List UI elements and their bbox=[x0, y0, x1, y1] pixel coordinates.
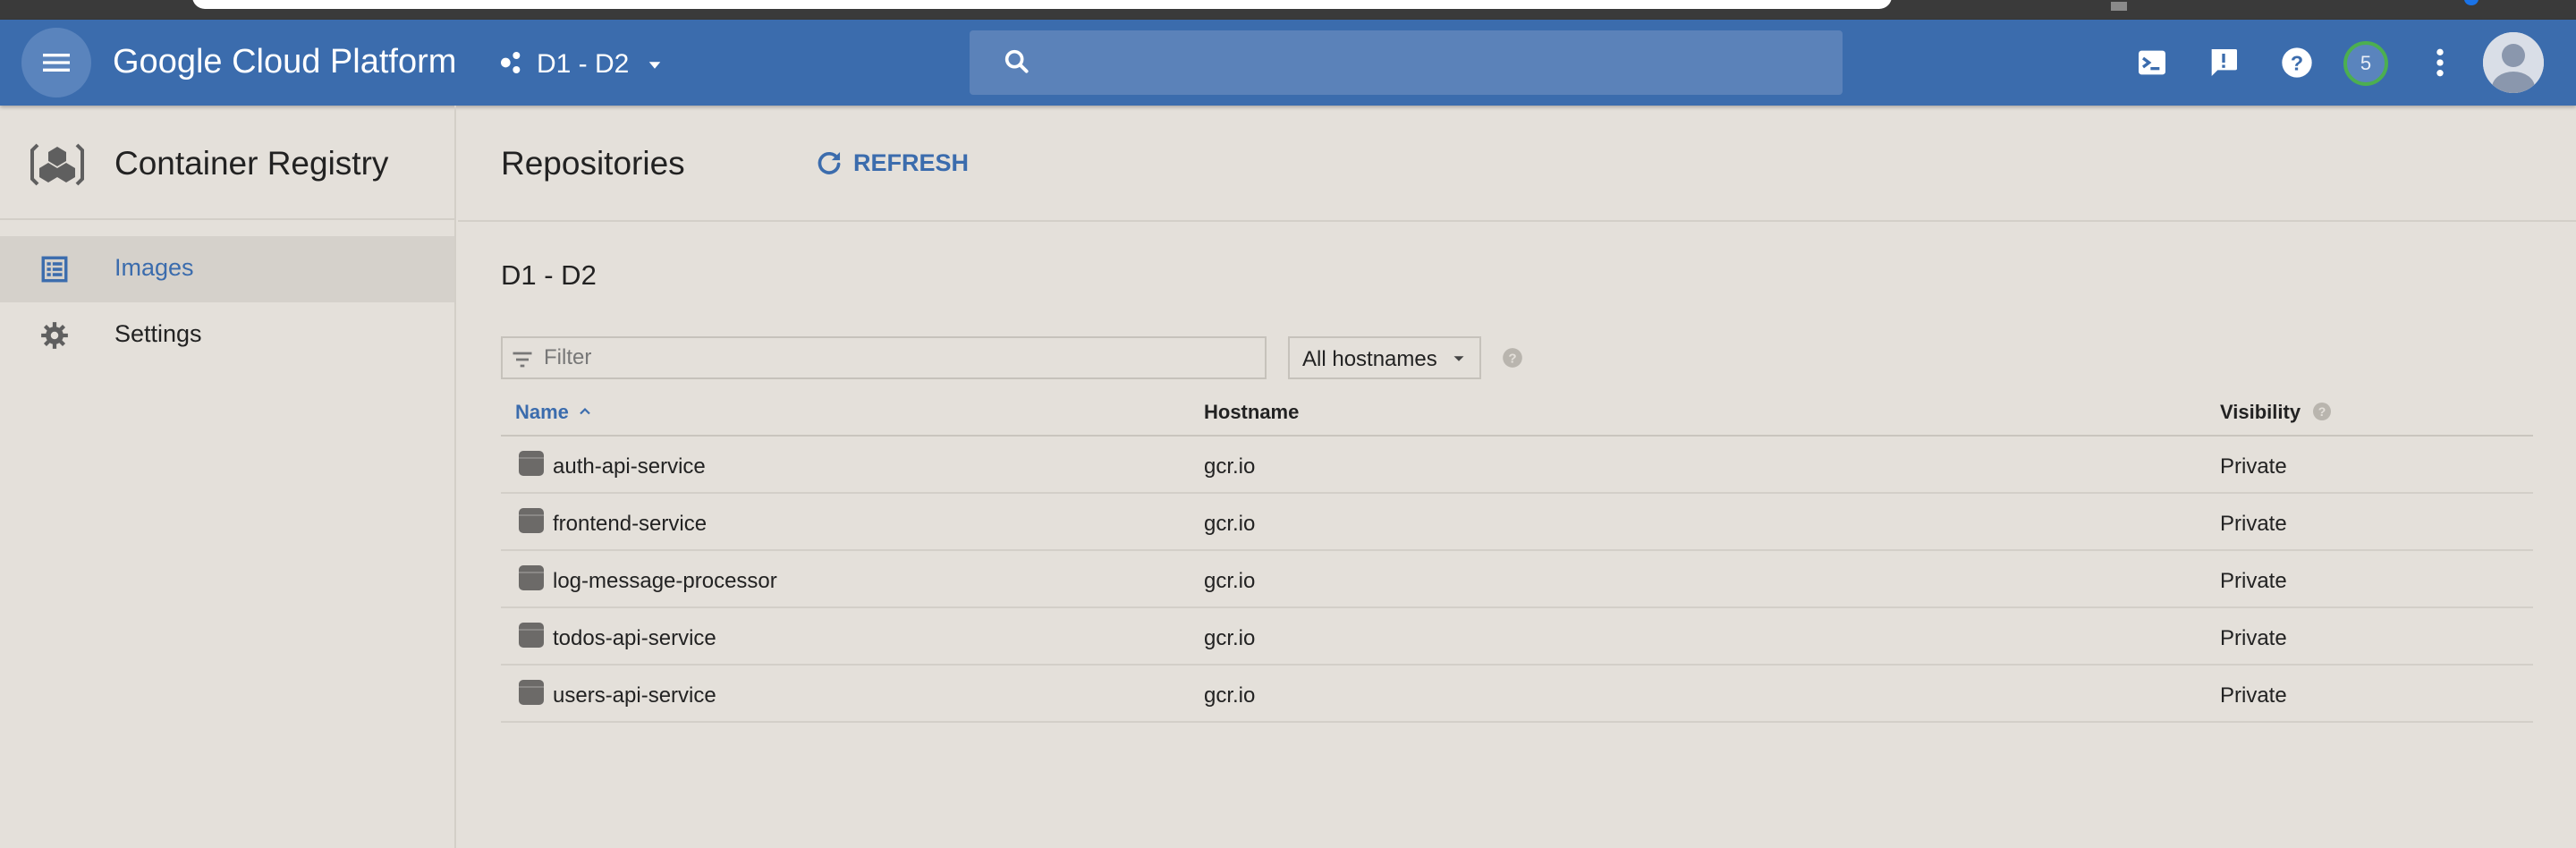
repo-visibility: Private bbox=[2220, 683, 2287, 708]
repository-icon bbox=[519, 565, 544, 590]
repository-icon bbox=[519, 508, 544, 533]
hostname-select-value: All hostnames bbox=[1302, 347, 1437, 371]
repo-name-link[interactable]: users-api-service bbox=[553, 683, 716, 708]
project-name: D1 - D2 bbox=[537, 49, 630, 79]
repo-hostname: gcr.io bbox=[1204, 683, 1256, 708]
filter-field[interactable] bbox=[501, 336, 1267, 379]
user-icon bbox=[2483, 32, 2544, 93]
repository-icon bbox=[519, 623, 544, 648]
column-header-name[interactable]: Name bbox=[515, 401, 569, 424]
brand-title[interactable]: Google Cloud Platform bbox=[113, 43, 456, 81]
product-header: Container Registry bbox=[0, 106, 456, 220]
svg-text:?: ? bbox=[2318, 404, 2326, 419]
help-icon: ? bbox=[2282, 47, 2312, 78]
feedback-button[interactable] bbox=[2204, 43, 2243, 82]
top-app-bar: Google Cloud Platform D1 - D2 ? 5 bbox=[0, 20, 2576, 106]
filter-list-icon bbox=[513, 352, 532, 368]
repo-hostname: gcr.io bbox=[1204, 626, 1256, 650]
refresh-button[interactable]: REFRESH bbox=[814, 143, 969, 182]
browser-extension-icon[interactable] bbox=[2111, 2, 2127, 11]
product-title: Container Registry bbox=[114, 145, 389, 182]
column-header-hostname: Hostname bbox=[1204, 401, 1300, 423]
browser-profile-icon[interactable] bbox=[2464, 0, 2479, 5]
chevron-down-icon bbox=[629, 47, 668, 83]
terminal-icon bbox=[2139, 50, 2165, 75]
repo-name-link[interactable]: todos-api-service bbox=[553, 626, 716, 651]
project-selector[interactable]: D1 - D2 bbox=[497, 45, 668, 84]
project-hub-icon bbox=[497, 48, 526, 81]
account-avatar[interactable] bbox=[2483, 32, 2544, 93]
list-grid-icon bbox=[41, 256, 68, 283]
notifications-badge[interactable]: 5 bbox=[2343, 41, 2388, 86]
table-row[interactable]: users-api-service gcr.io Private bbox=[501, 666, 2533, 723]
caret-down-icon bbox=[1453, 356, 1464, 361]
repo-visibility: Private bbox=[2220, 626, 2287, 650]
table-header: Name Hostname Visibility ? bbox=[501, 385, 2533, 437]
hamburger-icon bbox=[43, 54, 70, 72]
sidebar-item-label: Settings bbox=[114, 320, 202, 347]
table-row[interactable]: auth-api-service gcr.io Private bbox=[501, 437, 2533, 494]
table-row[interactable]: frontend-service gcr.io Private bbox=[501, 494, 2533, 551]
repo-hostname: gcr.io bbox=[1204, 569, 1256, 593]
page-title: Repositories bbox=[501, 145, 685, 182]
refresh-label: REFRESH bbox=[853, 148, 970, 176]
repo-hostname: gcr.io bbox=[1204, 512, 1256, 536]
more-vert-icon bbox=[2436, 48, 2444, 77]
table-row[interactable]: todos-api-service gcr.io Private bbox=[501, 608, 2533, 666]
more-options-button[interactable] bbox=[2420, 43, 2460, 82]
repo-visibility: Private bbox=[2220, 454, 2287, 479]
section-title: D1 - D2 bbox=[501, 259, 597, 291]
cloud-shell-button[interactable] bbox=[2132, 43, 2172, 82]
filter-input[interactable] bbox=[544, 338, 1259, 377]
container-registry-logo-icon bbox=[30, 143, 84, 186]
repo-visibility: Private bbox=[2220, 569, 2287, 593]
repo-name-link[interactable]: frontend-service bbox=[553, 512, 707, 537]
browser-address-bar[interactable] bbox=[192, 0, 1892, 9]
repo-visibility: Private bbox=[2220, 512, 2287, 536]
sidebar-item-label: Images bbox=[114, 254, 194, 281]
page-header: Repositories REFRESH bbox=[458, 106, 2576, 222]
refresh-icon bbox=[818, 151, 841, 174]
repository-icon bbox=[519, 680, 544, 705]
repo-name-link[interactable]: log-message-processor bbox=[553, 569, 777, 594]
sidebar-item-images[interactable]: Images bbox=[0, 236, 454, 302]
feedback-icon bbox=[2211, 49, 2237, 76]
repository-icon bbox=[519, 451, 544, 476]
gear-icon bbox=[41, 322, 68, 349]
search-bar[interactable] bbox=[970, 30, 1843, 95]
svg-text:?: ? bbox=[2291, 51, 2303, 74]
help-circle-icon[interactable]: ? bbox=[1501, 346, 1524, 369]
help-button[interactable]: ? bbox=[2277, 43, 2317, 82]
table-row[interactable]: log-message-processor gcr.io Private bbox=[501, 551, 2533, 608]
main-menu-button[interactable] bbox=[21, 28, 91, 98]
repo-hostname: gcr.io bbox=[1204, 454, 1256, 479]
column-header-visibility: Visibility bbox=[2220, 401, 2301, 423]
hostname-select[interactable]: All hostnames bbox=[1288, 336, 1481, 379]
repo-name-link[interactable]: auth-api-service bbox=[553, 454, 706, 479]
visibility-help-icon[interactable]: ? bbox=[2311, 401, 2333, 422]
sort-ascending-icon[interactable] bbox=[576, 403, 594, 420]
svg-text:?: ? bbox=[1508, 351, 1516, 366]
search-input[interactable] bbox=[1050, 30, 1819, 95]
left-navigation: Container Registry Images Settings bbox=[0, 106, 456, 848]
search-icon bbox=[1004, 49, 1029, 73]
sidebar-item-settings[interactable]: Settings bbox=[0, 302, 454, 369]
browser-toolbar-strip bbox=[0, 0, 2576, 20]
